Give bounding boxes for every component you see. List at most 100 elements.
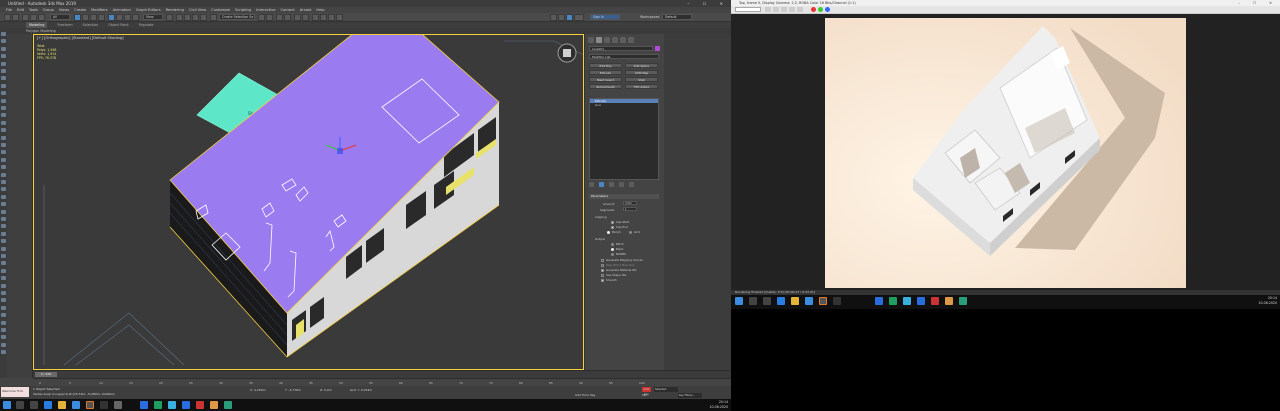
gen-mapping-checkbox[interactable]: Generate Mapping Coords.: [601, 258, 643, 262]
z-constraint-button[interactable]: [566, 14, 573, 21]
left-tool-button[interactable]: [1, 342, 6, 347]
real-world-checkbox[interactable]: Real-World Map Size: [601, 263, 634, 267]
coord-z[interactable]: Z: 0,0m: [320, 388, 332, 392]
link-button[interactable]: [22, 14, 29, 21]
track-bar[interactable]: 0 5 10 15 20 25 30 35 40 45 50 55 60 65 70 75 80 85 90 95 10…: [33, 378, 731, 386]
create-tab[interactable]: [588, 37, 594, 43]
acrobat-icon[interactable]: [196, 401, 204, 409]
workspaces-dropdown[interactable]: Default: [662, 14, 692, 20]
left-tool-button[interactable]: [1, 194, 6, 199]
3dsmax-taskbar-icon[interactable]: [86, 401, 94, 409]
named-selection-dropdown[interactable]: Create Selection Se: [219, 14, 255, 20]
left-tool-button[interactable]: [1, 261, 6, 266]
blue-channel-icon[interactable]: [825, 7, 830, 12]
pivot-button[interactable]: [166, 14, 173, 21]
left-tool-button[interactable]: [1, 106, 6, 110]
search-icon[interactable]: [16, 401, 24, 409]
spinner-snap-button[interactable]: [200, 14, 207, 21]
app-icon-3[interactable]: [154, 401, 162, 409]
modifier-list-dropdown[interactable]: Modifier List: [589, 54, 659, 59]
explorer-icon-2[interactable]: [791, 297, 799, 305]
left-tool-button[interactable]: [1, 150, 6, 155]
modifier-set-button-3[interactable]: Extrude: [589, 70, 622, 75]
modifier-stack[interactable]: Extrude Line: [589, 98, 659, 180]
cap-end-checkbox[interactable]: Cap End: [611, 225, 628, 229]
left-tool-button[interactable]: [1, 202, 6, 207]
select-object-button[interactable]: [74, 14, 81, 21]
gen-mat-ids-checkbox[interactable]: Generate Material IDs: [601, 268, 637, 272]
snaps-toggle-button[interactable]: [176, 14, 183, 21]
app-icon-1[interactable]: [114, 401, 122, 409]
show-end-result-icon[interactable]: [599, 182, 604, 187]
maxscript-listener[interactable]: Welcome IT-IC: [1, 387, 29, 397]
left-tool-button[interactable]: [1, 143, 6, 147]
modifier-set-button-6[interactable]: Shell: [625, 77, 658, 82]
render-production-button[interactable]: [336, 14, 343, 21]
grid-radio[interactable]: Grid: [629, 230, 640, 234]
edge-icon[interactable]: [44, 401, 52, 409]
smooth-checkbox[interactable]: Smooth: [601, 278, 617, 282]
left-tool-button[interactable]: [1, 268, 6, 273]
render-area-dropdown[interactable]: [735, 7, 761, 12]
nurbs-radio[interactable]: NURBS: [611, 252, 626, 256]
left-tool-button[interactable]: [1, 350, 6, 355]
unlink-button[interactable]: [30, 14, 37, 21]
left-tool-button[interactable]: [1, 135, 6, 140]
modifier-set-button-2[interactable]: Edit Spline: [625, 63, 658, 68]
left-tool-button[interactable]: [1, 76, 6, 81]
left-tool-button[interactable]: [1, 180, 6, 184]
viewcube-icon[interactable]: [557, 43, 577, 63]
chrome-icon-2[interactable]: [945, 297, 953, 305]
use-shape-ids-checkbox[interactable]: Use Shape IDs: [601, 273, 626, 277]
left-tool-button[interactable]: [1, 291, 6, 295]
key-mode-dropdown[interactable]: Selected: [654, 387, 678, 392]
clear-icon[interactable]: [797, 7, 803, 12]
amount-spinner[interactable]: 3,2m: [623, 201, 637, 205]
modifier-set-button-4[interactable]: UVW Map: [625, 70, 658, 75]
windows-start-icon[interactable]: [3, 401, 11, 409]
max-window-controls[interactable]: – ☐ ✕: [688, 0, 729, 7]
store-icon-2[interactable]: [805, 297, 813, 305]
schematic-view-button[interactable]: [302, 14, 309, 21]
window-crossing-button[interactable]: [98, 14, 105, 21]
mesh-radio[interactable]: Mesh: [611, 247, 623, 251]
task-view-icon[interactable]: [30, 401, 38, 409]
percent-snap-button[interactable]: [192, 14, 199, 21]
store-icon[interactable]: [72, 401, 80, 409]
left-tool-button[interactable]: [1, 120, 6, 125]
utilities-tab[interactable]: [628, 37, 634, 43]
signin-dropdown[interactable]: Sign In: [590, 14, 620, 20]
place-button[interactable]: [132, 14, 139, 21]
left-tool-button[interactable]: [1, 320, 6, 325]
auto-key-button[interactable]: Auto Key: [642, 387, 651, 396]
ribbon-toggle-button[interactable]: [284, 14, 291, 21]
align-button[interactable]: [266, 14, 273, 21]
left-tool-button[interactable]: [1, 328, 6, 332]
print-image-icon[interactable]: [789, 7, 795, 12]
set-key-button[interactable]: Set Key: [642, 393, 651, 402]
undo-button[interactable]: [4, 14, 11, 21]
coord-x[interactable]: X: 4,264m: [250, 388, 266, 392]
clock-2[interactable]: 20:14 10-06-2020: [1258, 296, 1277, 306]
reference-coord-dropdown[interactable]: View: [143, 14, 163, 20]
left-tool-button[interactable]: [1, 276, 6, 281]
left-tool-button[interactable]: [1, 113, 6, 118]
app-icon-2[interactable]: [140, 401, 148, 409]
windows-start-icon-2[interactable]: [735, 297, 743, 305]
cap-start-checkbox[interactable]: Cap Start: [611, 220, 629, 224]
left-tool-button[interactable]: [1, 61, 6, 66]
3dsmax-taskbar-icon-2[interactable]: [819, 297, 827, 305]
scene-explorer-strip[interactable]: [7, 34, 33, 378]
left-tool-button[interactable]: [1, 298, 6, 303]
app-icon-8[interactable]: [903, 297, 911, 305]
search-icon-2[interactable]: [749, 297, 757, 305]
left-tool-button[interactable]: [1, 165, 6, 170]
modifier-set-button-7[interactable]: TurboSmooth: [589, 84, 622, 89]
configure-sets-icon[interactable]: [629, 182, 634, 187]
sketchup-icon[interactable]: [224, 401, 232, 409]
modifier-set-button-8[interactable]: FFD 4x4x4: [625, 84, 658, 89]
render-setup-button[interactable]: [320, 14, 327, 21]
red-channel-icon[interactable]: [811, 7, 816, 12]
selection-filter-dropdown[interactable]: All: [50, 14, 70, 20]
bind-button[interactable]: [38, 14, 45, 21]
